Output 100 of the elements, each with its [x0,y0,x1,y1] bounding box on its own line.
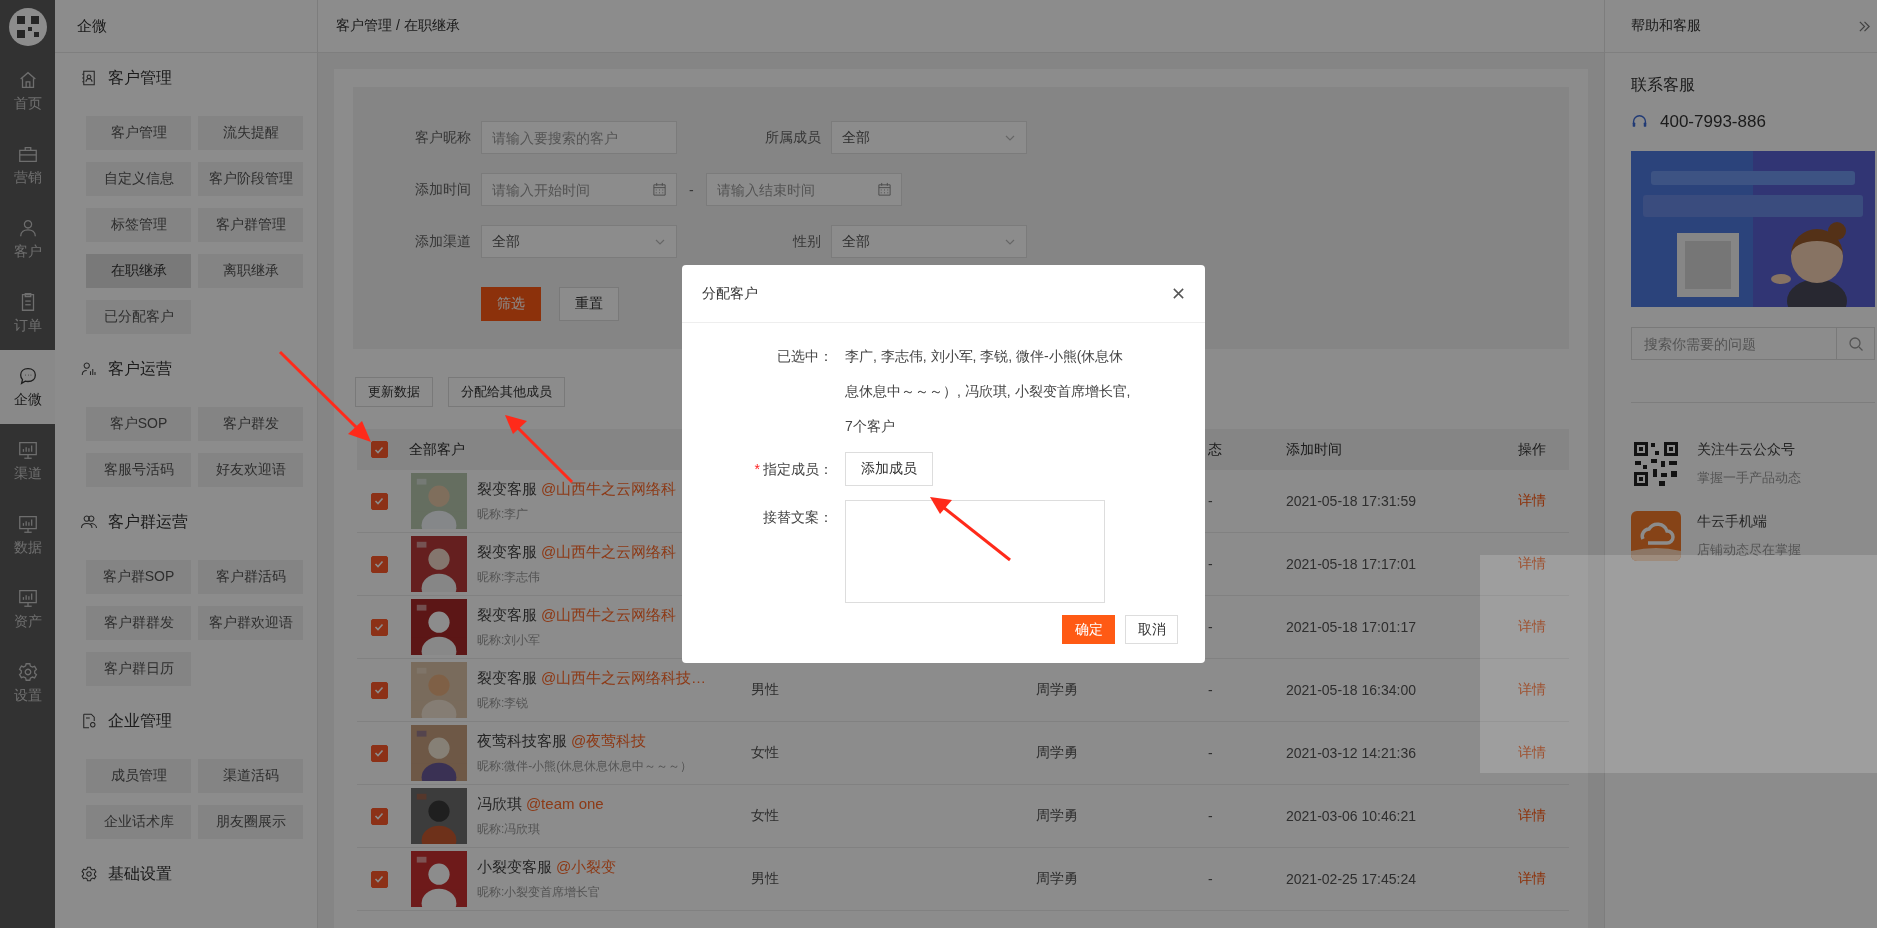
chart-icon [16,513,39,535]
table-cell: 2021-05-18 16:34:00 [1286,682,1416,698]
reset-button[interactable]: 重置 [559,287,619,321]
table-cell: 2021-03-06 10:46:21 [1286,808,1416,824]
customer-name: 裂变客服 [477,479,537,497]
detail-link[interactable]: 详情 [1518,807,1546,823]
detail-link[interactable]: 详情 [1518,681,1546,697]
breadcrumb: 客户管理 / 在职继承 [336,17,460,35]
table-cell: 周学勇 [1036,870,1078,886]
checkbox[interactable] [370,441,388,458]
person-chart-icon [80,360,98,378]
checkbox[interactable] [370,681,388,699]
table-cell: - [1208,808,1213,824]
checkmark-icon [373,747,385,759]
company-tag: @山西牛之云网络科 [540,542,677,560]
collapse-icon[interactable] [1858,19,1871,33]
sidebar-item[interactable]: 离职继承 [198,254,303,288]
nav-item[interactable]: 首页 [0,54,55,128]
customer-name: 裂变客服 [477,668,537,686]
sidebar-item[interactable]: 客户群发 [198,407,303,441]
sidebar-item[interactable]: 成员管理 [86,759,191,793]
table-cell: 2021-05-18 17:17:01 [1286,556,1416,572]
calendar-icon [876,182,892,197]
detail-link[interactable]: 详情 [1518,555,1546,571]
select-field[interactable]: 全部 [831,121,1027,154]
cancel-button[interactable]: 取消 [1125,615,1178,644]
checkmark-icon [373,873,385,885]
chart-icon [16,587,39,609]
add-member-button[interactable]: 添加成员 [845,452,933,486]
detail-link[interactable]: 详情 [1518,618,1546,634]
qr-code-icon[interactable] [1631,439,1681,489]
sidebar-item[interactable]: 朋友圈展示 [198,805,303,839]
column-header: 操作 [1518,440,1546,457]
action-button[interactable]: 分配给其他成员 [448,377,565,407]
logo-icon [7,7,48,47]
dialog-title: 分配客户 [702,284,758,303]
select-field[interactable]: 全部 [831,225,1027,258]
checkbox[interactable] [370,618,388,636]
nav-item[interactable]: 资产 [0,572,55,646]
sidebar-item[interactable]: 客户群欢迎语 [198,606,303,640]
checkmark-icon [373,495,385,507]
sidebar-item[interactable]: 客户群管理 [198,208,303,242]
company-tag: @夜莺科技 [570,731,647,749]
action-button[interactable]: 更新数据 [355,377,433,407]
checkbox[interactable] [370,492,388,510]
sidebar-item[interactable]: 企业话术库 [86,805,191,839]
sidebar-item[interactable]: 客户群活码 [198,560,303,594]
nav-item[interactable]: 渠道 [0,424,55,498]
calendar-icon [652,182,667,197]
close-icon[interactable] [1172,287,1185,300]
section-title: 客户运营 [108,358,172,379]
table-cell: 2021-02-25 17:45:24 [1286,871,1416,887]
sidebar-item[interactable]: 在职继承 [86,254,191,288]
search-button[interactable] [1837,327,1875,360]
table-cell: 2021-05-18 17:01:17 [1286,619,1416,635]
company-tag: @山西牛之云网络科 [540,479,677,497]
customer-name: 小裂变客服 [477,857,552,875]
sidebar-item[interactable]: 客服号活码 [86,453,191,487]
sidebar-item[interactable]: 客户群日历 [86,652,191,686]
sidebar-item[interactable]: 客户阶段管理 [198,162,303,196]
customer-name: 夜莺科技客服 [477,731,567,749]
sidebar-item[interactable]: 客户群SOP [86,560,191,594]
field-label: 添加时间 [414,180,471,199]
sidebar-item[interactable]: 客户管理 [86,116,191,150]
filter-button[interactable]: 筛选 [481,287,541,321]
select-field[interactable]: 全部 [481,225,677,258]
text-area[interactable] [845,500,1105,603]
field-label: 已选中： [777,348,833,364]
nav-item[interactable]: 数据 [0,498,55,572]
checkbox[interactable] [370,870,388,888]
nav-item[interactable]: 企微 [0,350,55,424]
company-tag: @山西牛之云网络科技… [540,668,707,686]
detail-link[interactable]: 详情 [1518,492,1546,508]
link-title: 牛云手机端 [1697,513,1768,531]
table-cell: 女性 [751,807,779,823]
nav-item[interactable]: 设置 [0,646,55,720]
sidebar-item[interactable]: 客户群群发 [86,606,191,640]
settings-icon [80,865,98,883]
app-icon[interactable] [1631,511,1681,561]
checkbox[interactable] [370,744,388,762]
checkbox[interactable] [370,807,388,825]
sidebar-item[interactable]: 客户SOP [86,407,191,441]
sidebar-item[interactable]: 渠道活码 [198,759,303,793]
table-cell: 男性 [751,870,779,886]
detail-link[interactable]: 详情 [1518,744,1546,760]
sidebar-item[interactable]: 流失提醒 [198,116,303,150]
contact-card-icon [80,69,98,87]
nav-item[interactable]: 订单 [0,276,55,350]
detail-link[interactable]: 详情 [1518,870,1546,886]
sidebar-item[interactable]: 好友欢迎语 [198,453,303,487]
nav-item[interactable]: 客户 [0,202,55,276]
required-mark: * [754,461,760,477]
checkmark-icon [373,621,385,633]
contact-title: 联系客服 [1631,75,1696,95]
sidebar-item[interactable]: 标签管理 [86,208,191,242]
confirm-button[interactable]: 确定 [1062,615,1115,644]
customer-name: 裂变客服 [477,542,537,560]
sidebar-item[interactable]: 已分配客户 [86,300,191,334]
sidebar-item[interactable]: 自定义信息 [86,162,191,196]
checkbox[interactable] [370,555,388,573]
